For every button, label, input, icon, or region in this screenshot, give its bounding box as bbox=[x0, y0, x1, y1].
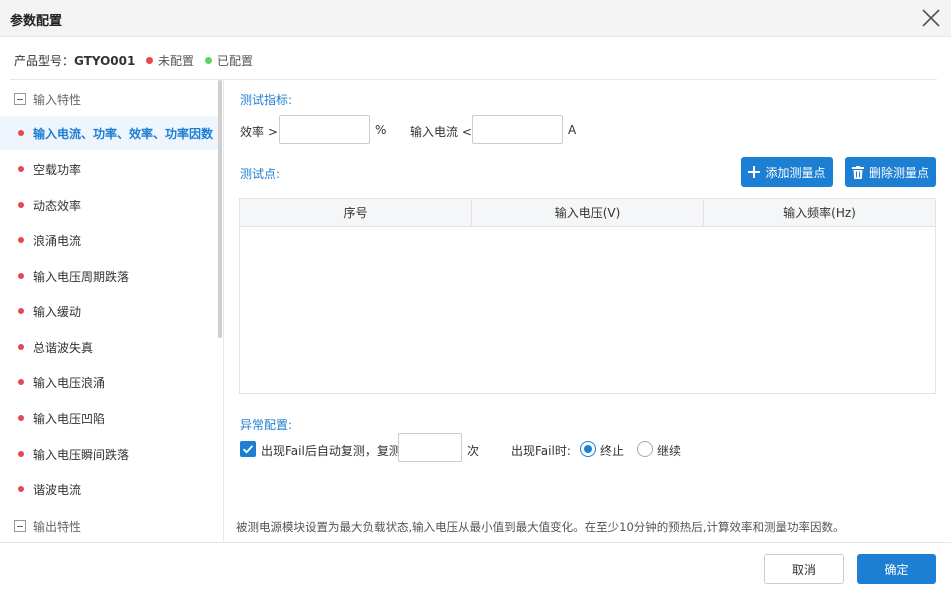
cancel-button[interactable]: 取消 bbox=[764, 554, 844, 584]
status-dot-icon bbox=[18, 486, 24, 492]
sidebar-item-label: 动态效率 bbox=[33, 198, 82, 213]
product-model-value: GTYO001 bbox=[74, 54, 136, 68]
sidebar-item-label: 空载功率 bbox=[33, 162, 82, 177]
product-model-label: 产品型号： bbox=[14, 54, 75, 68]
red-dot-icon bbox=[146, 57, 153, 64]
sidebar-item-label: 总谐波失真 bbox=[33, 340, 94, 355]
column-header-index: 序号 bbox=[240, 199, 472, 226]
sidebar-item-label: 浪涌电流 bbox=[33, 233, 82, 248]
sidebar-item-label: 输入电压瞬间跌落 bbox=[33, 447, 130, 462]
sidebar-item-label: 输入电压浪涌 bbox=[33, 375, 106, 390]
abnormal-section-label: 异常配置: bbox=[240, 418, 293, 432]
status-dot-icon bbox=[18, 166, 24, 172]
dialog-titlebar: 参数配置 bbox=[0, 0, 951, 37]
status-dot-icon bbox=[18, 379, 24, 385]
column-header-voltage: 输入电压(V) bbox=[472, 199, 704, 226]
collapse-icon[interactable] bbox=[14, 520, 26, 532]
indicators-section-label: 测试指标: bbox=[240, 93, 293, 107]
sidebar-item-harmonic-current[interactable]: 谐波电流 bbox=[0, 472, 218, 506]
sidebar-item-dynamic-efficiency[interactable]: 动态效率 bbox=[0, 188, 218, 222]
delete-point-label: 删除测量点 bbox=[868, 165, 929, 180]
product-info-bar: 产品型号：GTYO001 未配置 已配置 bbox=[0, 37, 951, 80]
sidebar-item-voltage-cycle-drop[interactable]: 输入电压周期跌落 bbox=[0, 259, 218, 293]
add-point-label: 添加测量点 bbox=[765, 165, 826, 180]
sidebar-group-label: 输出特性 bbox=[33, 519, 82, 534]
radio-stop-label: 终止 bbox=[600, 444, 625, 458]
table-header: 序号 输入电压(V) 输入频率(Hz) bbox=[240, 199, 935, 227]
sidebar-item-label: 输入电流、功率、效率、功率因数 bbox=[33, 126, 214, 141]
column-header-frequency: 输入频率(Hz) bbox=[783, 206, 856, 220]
sidebar-item-voltage-sag[interactable]: 输入电压凹陷 bbox=[0, 401, 218, 435]
on-fail-label: 出现Fail时: bbox=[511, 444, 571, 458]
sidebar-item-label: 输入电压周期跌落 bbox=[33, 269, 130, 284]
legend-configured-label: 已配置 bbox=[217, 54, 254, 68]
radio-stop[interactable] bbox=[580, 441, 596, 457]
status-dot-icon bbox=[18, 344, 24, 350]
status-dot-icon bbox=[18, 273, 24, 279]
input-current-unit: A bbox=[568, 123, 577, 137]
points-section-label: 测试点: bbox=[240, 167, 281, 181]
sidebar-item-voltage-instant-drop[interactable]: 输入电压瞬间跌落 bbox=[0, 437, 218, 471]
ok-button[interactable]: 确定 bbox=[857, 554, 936, 584]
sidebar: 输入特性 输入电流、功率、效率、功率因数 空载功率 动态效率 浪涌电流 输入电压… bbox=[0, 80, 224, 542]
status-dot-icon bbox=[18, 130, 24, 136]
product-model: 产品型号：GTYO001 bbox=[14, 52, 135, 69]
sidebar-item-thd[interactable]: 总谐波失真 bbox=[0, 330, 218, 364]
sidebar-group-label: 输入特性 bbox=[33, 92, 82, 107]
sidebar-item-inrush-current[interactable]: 浪涌电流 bbox=[0, 223, 218, 257]
retest-count-unit: 次 bbox=[467, 444, 480, 458]
sidebar-group-output[interactable]: 输出特性 bbox=[14, 517, 81, 535]
legend-unconfigured-label: 未配置 bbox=[158, 54, 195, 68]
legend-unconfigured: 未配置 bbox=[146, 52, 194, 69]
radio-continue[interactable] bbox=[637, 441, 653, 457]
collapse-icon[interactable] bbox=[14, 93, 26, 105]
sidebar-group-input[interactable]: 输入特性 bbox=[14, 90, 81, 108]
radio-continue-label: 继续 bbox=[657, 444, 682, 458]
close-icon[interactable] bbox=[921, 8, 941, 28]
delete-point-button[interactable]: 删除测量点 bbox=[845, 157, 936, 187]
test-points-table: 序号 输入电压(V) 输入频率(Hz) bbox=[239, 198, 936, 394]
legend-configured: 已配置 bbox=[205, 52, 253, 69]
efficiency-unit: % bbox=[375, 123, 387, 137]
retest-count-input[interactable] bbox=[398, 433, 462, 462]
sidebar-item-input-current-power[interactable]: 输入电流、功率、效率、功率因数 bbox=[0, 116, 218, 150]
checkmark-icon bbox=[242, 445, 254, 454]
status-dot-icon bbox=[18, 308, 24, 314]
sidebar-item-label: 输入缓动 bbox=[33, 304, 82, 319]
sidebar-scrollbar[interactable] bbox=[218, 80, 222, 338]
description-note: 被测电源模块设置为最大负载状态,输入电压从最小值到最大值变化。在至少10分钟的预… bbox=[236, 520, 845, 534]
auto-retest-label: 出现Fail后自动复测，复测 bbox=[261, 444, 401, 458]
green-dot-icon bbox=[205, 57, 212, 64]
efficiency-label: 效率 > bbox=[240, 125, 278, 139]
status-dot-icon bbox=[18, 237, 24, 243]
status-dot-icon bbox=[18, 202, 24, 208]
sidebar-item-label: 谐波电流 bbox=[33, 482, 82, 497]
sidebar-item-label: 输入电压凹陷 bbox=[33, 411, 106, 426]
plus-icon bbox=[748, 166, 761, 178]
status-dot-icon bbox=[18, 415, 24, 421]
dialog-footer: 取消 确定 bbox=[0, 542, 951, 594]
add-point-button[interactable]: 添加测量点 bbox=[741, 157, 833, 187]
input-current-label: 输入电流 < bbox=[410, 125, 472, 139]
sidebar-item-no-load-power[interactable]: 空载功率 bbox=[0, 152, 218, 186]
trash-icon bbox=[851, 165, 864, 179]
sidebar-item-input-slow-change[interactable]: 输入缓动 bbox=[0, 294, 218, 328]
sidebar-item-voltage-surge[interactable]: 输入电压浪涌 bbox=[0, 365, 218, 399]
dialog-title: 参数配置 bbox=[10, 14, 63, 29]
status-dot-icon bbox=[18, 451, 24, 457]
input-current-input[interactable] bbox=[472, 115, 563, 144]
efficiency-input[interactable] bbox=[279, 115, 370, 144]
auto-retest-checkbox[interactable] bbox=[240, 441, 256, 457]
